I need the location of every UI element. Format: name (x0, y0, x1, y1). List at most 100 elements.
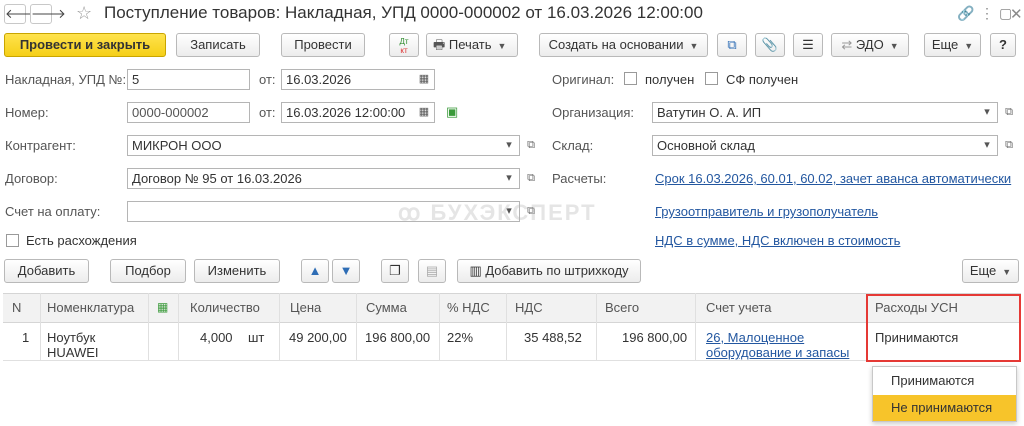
organization-input[interactable]: Ватутин О. А. ИП ▾ (652, 102, 998, 123)
column-header-sum[interactable]: Сумма (366, 300, 407, 315)
cell-vat-rate: 22% (447, 330, 474, 345)
invoice-date-input[interactable]: 16.03.2026 ▦ (281, 69, 435, 90)
back-button[interactable]: 🡐 (4, 4, 40, 24)
post-and-close-button[interactable]: Провести и закрыть (4, 33, 166, 57)
organization-value: Ватутин О. А. ИП (657, 105, 762, 120)
forward-button[interactable]: 🡒 (30, 4, 66, 24)
cell-item-line2: HUAWEI (47, 345, 99, 360)
discrepancy-checkbox[interactable] (6, 234, 19, 247)
original-received-checkbox[interactable] (624, 72, 637, 85)
dt-label: Дт (399, 37, 409, 46)
arrow-up-icon: ▲ (308, 263, 322, 278)
edo-icon: ⇄ (841, 37, 853, 52)
paste-row-button[interactable]: ▤ (418, 259, 446, 283)
chevron-down-icon[interactable]: ▾ (977, 136, 997, 155)
contract-input[interactable]: Договор № 95 от 16.03.2026 ▾ (127, 168, 520, 189)
printer-icon: 🖶 (433, 37, 446, 52)
print-label: Печать (448, 37, 492, 52)
column-header-account[interactable]: Счет учета (706, 300, 772, 315)
shipper-consignee-link[interactable]: Грузоотправитель и грузополучатель (655, 204, 878, 219)
open-contract-icon[interactable]: ⧉ (523, 169, 539, 188)
calendar-icon[interactable]: ▦ (414, 70, 434, 89)
paperclip-icon: 📎 (761, 37, 779, 52)
save-button[interactable]: Записать (176, 33, 260, 57)
attach-button[interactable]: 📎 (755, 33, 785, 57)
add-by-barcode-button[interactable]: ▥ Добавить по штрихкоду (457, 259, 641, 283)
cell-account-link-line2[interactable]: оборудование и запасы (706, 345, 849, 360)
copy-row-button[interactable]: ❐ (381, 259, 409, 283)
number-date-input[interactable]: 16.03.2026 12:00:00 ▦ (281, 102, 435, 123)
sf-received-checkbox[interactable] (705, 72, 718, 85)
cell-sum: 196 800,00 (365, 330, 431, 345)
more-label: Еще (931, 37, 959, 52)
invoice-number-input[interactable]: 5 (127, 69, 250, 90)
column-header-n[interactable]: N (12, 300, 21, 315)
cell-total: 196 800,00 (622, 330, 688, 345)
add-row-button[interactable]: Добавить (4, 259, 89, 283)
move-down-button[interactable]: ▼ (332, 259, 360, 283)
warehouse-value: Основной склад (657, 138, 755, 153)
create-based-on-button[interactable]: Создать на основании ▼ (539, 33, 708, 57)
dropdown-option-accepted[interactable]: Принимаются (873, 368, 1016, 394)
column-header-vat[interactable]: НДС (515, 300, 543, 315)
counterparty-input[interactable]: МИКРОН ООО ▾ (127, 135, 520, 156)
arrow-down-icon: ▼ (339, 263, 353, 278)
watermark-text: БУХЭКСПЕРТ (430, 200, 597, 225)
calendar-icon[interactable]: ▦ (414, 103, 434, 122)
cell-usn-expenses[interactable]: Принимаются (875, 330, 958, 345)
report-button[interactable]: ☰ (793, 33, 823, 57)
column-header-item[interactable]: Номенклатура (47, 300, 134, 315)
column-header-usn-expenses[interactable]: Расходы УСН (875, 300, 958, 315)
menu-dots-icon[interactable]: ⋮ (980, 5, 994, 22)
number-date-value: 16.03.2026 12:00:00 (286, 105, 406, 120)
dt-kt-button[interactable]: Дт кт (389, 33, 419, 57)
column-header-total[interactable]: Всего (605, 300, 639, 315)
cell-account-link-line1[interactable]: 26, Малоценное (706, 330, 804, 345)
link-icon[interactable]: 🔗 (957, 5, 974, 22)
cell-vat: 35 488,52 (524, 330, 582, 345)
chevron-down-icon[interactable]: ▾ (499, 169, 519, 188)
invoice-date-label: от: (259, 72, 276, 87)
add-by-barcode-label: Добавить по штрихкоду (485, 263, 629, 278)
post-button[interactable]: Провести (281, 33, 365, 57)
close-icon[interactable]: ✕ (1010, 5, 1023, 23)
change-button[interactable]: Изменить (194, 259, 280, 283)
edo-button[interactable]: ⇄ ЭДО ▼ (831, 33, 909, 57)
dropdown-option-not-accepted[interactable]: Не принимаются (873, 395, 1016, 421)
more-button[interactable]: Еще ▼ (924, 33, 981, 57)
edit-number-icon[interactable]: ▣ (446, 104, 458, 120)
vat-settings-link[interactable]: НДС в сумме, НДС включен в стоимость (655, 233, 900, 248)
table-settings-icon[interactable]: ▦ (157, 300, 168, 314)
column-header-price[interactable]: Цена (290, 300, 321, 315)
structure-button[interactable]: ⧉ (717, 33, 747, 57)
counterparty-label: Контрагент: (5, 138, 76, 153)
column-header-vat-rate[interactable]: % НДС (447, 300, 490, 315)
window-title: Поступление товаров: Накладная, УПД 0000… (104, 3, 703, 22)
pick-button[interactable]: Подбор (110, 259, 186, 283)
number-date-label: от: (259, 105, 276, 120)
hierarchy-icon: ⧉ (727, 37, 737, 52)
open-warehouse-icon[interactable]: ⧉ (1001, 136, 1017, 155)
help-button[interactable]: ? (990, 33, 1016, 57)
print-button[interactable]: 🖶 Печать ▼ (426, 33, 518, 57)
settlements-link[interactable]: Срок 16.03.2026, 60.01, 60.02, зачет ава… (655, 171, 1011, 186)
chevron-down-icon[interactable]: ▾ (499, 136, 519, 155)
invoice-date-value: 16.03.2026 (286, 72, 352, 87)
column-header-quantity[interactable]: Количество (190, 300, 260, 315)
open-counterparty-icon[interactable]: ⧉ (523, 136, 539, 155)
chevron-down-icon[interactable]: ▾ (977, 103, 997, 122)
warehouse-input[interactable]: Основной склад ▾ (652, 135, 998, 156)
chevron-down-icon: ▼ (889, 41, 899, 51)
move-up-button[interactable]: ▲ (301, 259, 329, 283)
chevron-down-icon: ▼ (497, 41, 507, 51)
copy-icon: ❐ (389, 263, 401, 278)
number-input[interactable]: 0000-000002 (127, 102, 250, 123)
counterparty-value: МИКРОН ООО (132, 138, 222, 153)
favorite-star-icon[interactable]: ☆ (76, 3, 92, 24)
watermark: ꝏ БУХЭКСПЕРТ (398, 200, 597, 226)
cell-quantity: 4,000 (200, 330, 233, 345)
chevron-down-icon: ▼ (964, 41, 974, 51)
open-organization-icon[interactable]: ⧉ (1001, 103, 1017, 122)
contract-value: Договор № 95 от 16.03.2026 (132, 171, 302, 186)
table-more-button[interactable]: Еще ▼ (962, 259, 1019, 283)
